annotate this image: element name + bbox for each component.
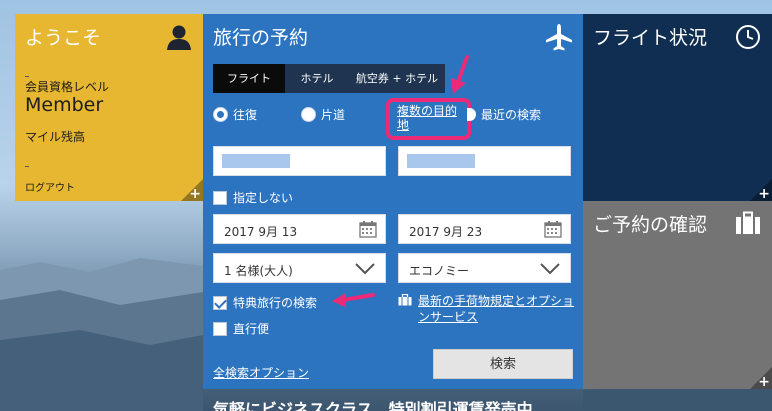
promo-banner-text[interactable]: 気軽にビジネスクラス 特別割引運賃発売中	[213, 396, 533, 411]
one-way-radio[interactable]	[301, 107, 316, 122]
search-button[interactable]: 検索	[433, 349, 573, 379]
annotation-arrow-icon	[332, 293, 375, 307]
direct-flights-option[interactable]: 直行便	[213, 320, 269, 337]
tab-flight[interactable]: フライト	[213, 64, 285, 93]
depart-date-value: 2017 9月 13	[224, 225, 298, 239]
chevron-down-icon	[355, 263, 375, 275]
membership-level-value: Member	[25, 94, 104, 116]
recent-search-label: 最近の検索	[481, 108, 542, 122]
welcome-tile[interactable]: ようこそ 会員資格レベル Member マイル残高 ログアウト +	[15, 14, 203, 201]
miles-balance-label: マイル残高	[25, 130, 86, 144]
round-trip-radio[interactable]	[213, 107, 228, 122]
booking-panel: 旅行の予約 フライト ホテル 航空券 + ホテル 往復 片道 複数の目的地 最近…	[203, 14, 583, 389]
calendar-icon[interactable]	[359, 220, 377, 238]
return-date-field[interactable]: 2017 9月 23	[398, 214, 571, 244]
direct-flights-label: 直行便	[233, 322, 270, 336]
award-search-label: 特典旅行の検索	[233, 296, 318, 310]
calendar-icon[interactable]	[544, 220, 562, 238]
airplane-icon	[546, 24, 572, 51]
tab-flight-hotel[interactable]: 航空券 + ホテル	[349, 64, 445, 93]
clock-icon	[736, 25, 760, 49]
round-trip-option[interactable]: 往復	[213, 106, 257, 123]
logout-link[interactable]: ログアウト	[25, 179, 75, 194]
destination-input[interactable]	[398, 146, 571, 176]
user-icon	[167, 25, 191, 50]
one-way-option[interactable]: 片道	[301, 106, 345, 123]
passengers-select[interactable]: 1 名様(大人)	[213, 253, 386, 283]
flight-status-tile[interactable]: フライト状況 +	[583, 14, 772, 201]
reservation-check-tile[interactable]: ご予約の確認 +	[583, 201, 772, 389]
round-trip-label: 往復	[233, 108, 258, 122]
redacted-text	[407, 154, 475, 168]
cabin-class-value: エコノミー	[409, 264, 470, 278]
briefcase-icon	[398, 294, 412, 306]
annotation-arrow-icon	[451, 55, 469, 94]
reservation-title: ご予約の確認	[593, 214, 708, 236]
divider	[25, 76, 29, 77]
divider	[25, 166, 29, 167]
recent-search-radio[interactable]	[467, 108, 476, 121]
direct-flights-checkbox[interactable]	[213, 321, 227, 336]
award-search-checkbox[interactable]	[213, 295, 227, 310]
suitcase-icon	[736, 211, 760, 234]
return-date-value: 2017 9月 23	[409, 225, 483, 239]
baggage-policy-link[interactable]: 最新の手荷物規定とオプションサービス	[418, 293, 578, 325]
tab-hotel[interactable]: ホテル	[285, 64, 349, 93]
cabin-class-select[interactable]: エコノミー	[398, 253, 571, 283]
chevron-down-icon	[540, 263, 560, 275]
multi-city-link[interactable]: 複数の目的地	[397, 104, 463, 132]
no-specify-label: 指定しない	[233, 191, 294, 205]
one-way-label: 片道	[321, 108, 346, 122]
membership-level-label: 会員資格レベル	[25, 80, 110, 94]
booking-title: 旅行の予約	[213, 27, 309, 49]
depart-date-field[interactable]: 2017 9月 13	[213, 214, 386, 244]
flight-status-title: フライト状況	[593, 27, 708, 49]
expand-plus-icon[interactable]: +	[758, 187, 770, 201]
no-specify-checkbox[interactable]	[213, 190, 227, 205]
all-search-options-link[interactable]: 全検索オプション	[213, 364, 309, 381]
award-search-option[interactable]: 特典旅行の検索	[213, 294, 317, 311]
redacted-text	[222, 154, 290, 168]
expand-plus-icon[interactable]: +	[758, 375, 770, 389]
welcome-title: ようこそ	[25, 27, 102, 49]
booking-tabs: フライト ホテル 航空券 + ホテル	[213, 64, 445, 93]
recent-search-option[interactable]: 最近の検索	[467, 106, 541, 123]
passengers-value: 1 名様(大人)	[224, 264, 293, 278]
expand-plus-icon[interactable]: +	[189, 187, 201, 201]
origin-input[interactable]	[213, 146, 386, 176]
no-specify-option[interactable]: 指定しない	[213, 189, 293, 206]
